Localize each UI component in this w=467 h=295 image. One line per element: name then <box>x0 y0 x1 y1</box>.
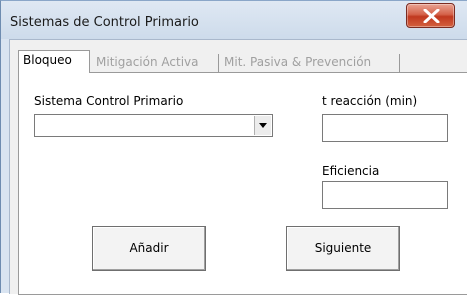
tab-strip: Bloqueo Mitigación Activa Mit. Pasiva & … <box>18 50 467 73</box>
combo-dropdown-button[interactable] <box>254 116 271 135</box>
eficiencia-input[interactable] <box>322 181 448 209</box>
tab-mit-pasiva-prevencion[interactable]: Mit. Pasiva & Prevención <box>220 54 400 72</box>
title-bar[interactable]: Sistemas de Control Primario <box>1 1 467 39</box>
eficiencia-label: Eficiencia <box>322 164 380 178</box>
anadir-button[interactable]: Añadir <box>92 226 206 271</box>
siguiente-button[interactable]: Siguiente <box>286 226 400 271</box>
t-reaccion-input[interactable] <box>322 114 448 142</box>
sistema-control-primario-label: Sistema Control Primario <box>34 94 184 108</box>
dialog-window: Sistemas de Control Primario Bloqueo Mit… <box>0 0 467 295</box>
tab-mitigacion-activa[interactable]: Mitigación Activa <box>92 54 219 72</box>
sistema-control-primario-combobox[interactable] <box>34 114 273 137</box>
dialog-client-area: Bloqueo Mitigación Activa Mit. Pasiva & … <box>9 39 467 295</box>
tab-panel-bloqueo: Sistema Control Primario t reacción (min… <box>18 72 467 295</box>
tab-bloqueo[interactable]: Bloqueo <box>18 50 90 73</box>
close-x-icon <box>423 9 440 23</box>
close-button[interactable] <box>406 3 455 28</box>
window-title: Sistemas de Control Primario <box>10 15 199 30</box>
t-reaccion-label: t reacción (min) <box>322 94 418 108</box>
chevron-down-icon <box>259 123 267 128</box>
